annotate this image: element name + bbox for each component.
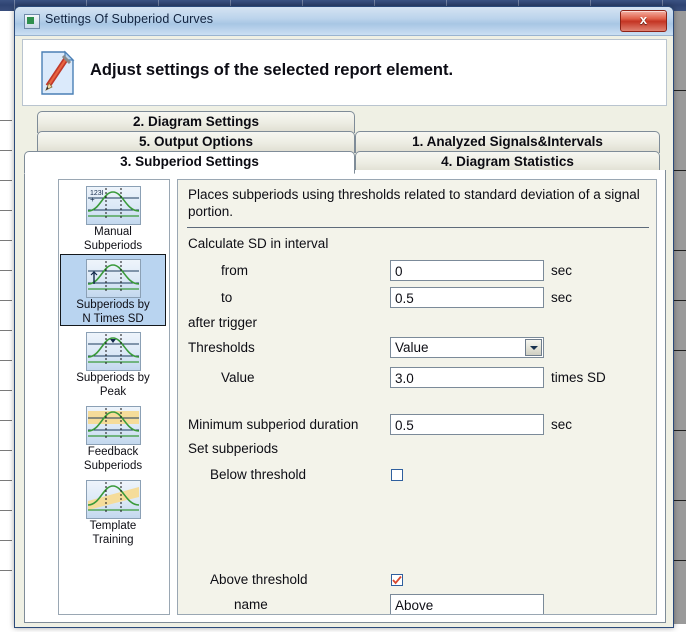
- sidebar-item-label: Subperiods by: [76, 299, 150, 311]
- document-pencil-icon: [39, 50, 77, 96]
- background-row-divider: [0, 390, 12, 391]
- tab-page-subperiod-settings: 123I + Manual Subperiods Subperiods by N…: [24, 170, 666, 623]
- to-input[interactable]: 0.5: [390, 287, 544, 308]
- header-banner: Adjust settings of the selected report e…: [22, 39, 667, 106]
- manual-subperiods-icon: 123I +: [85, 186, 141, 225]
- sidebar-item-feedback-subperiods[interactable]: Feedback Subperiods: [60, 402, 166, 472]
- value-label: Value: [221, 370, 255, 385]
- background-row-divider: [672, 500, 686, 501]
- below-threshold-label: Below threshold: [210, 467, 307, 482]
- min-duration-unit: sec: [551, 417, 573, 432]
- background-left-panel: [0, 11, 12, 632]
- tab-subperiod-settings[interactable]: 3. Subperiod Settings: [24, 151, 355, 174]
- below-threshold-checkbox[interactable]: [391, 469, 403, 481]
- name-input[interactable]: Above: [390, 594, 544, 614]
- background-row-divider: [0, 210, 12, 211]
- background-row-divider: [672, 300, 686, 301]
- background-row-divider: [0, 570, 12, 571]
- tab-label: 4. Diagram Statistics: [441, 154, 574, 169]
- background-row-divider: [0, 150, 12, 151]
- background-row-divider: [672, 350, 686, 351]
- sidebar-item-label: Template: [89, 520, 137, 532]
- sidebar-item-subperiods-by-n-times-sd[interactable]: Subperiods by N Times SD: [60, 254, 166, 326]
- thresholds-select-value: Value: [395, 340, 429, 355]
- background-row-divider: [0, 270, 12, 271]
- template-training-icon: [85, 480, 141, 519]
- to-label: to: [221, 290, 233, 305]
- background-row-divider: [0, 330, 12, 331]
- background-right-panel: [672, 11, 686, 632]
- set-subperiods-label: Set subperiods: [188, 441, 279, 456]
- sidebar-item-label-2: Subperiods: [83, 239, 143, 252]
- sidebar-item-template-training[interactable]: Template Training: [60, 476, 166, 546]
- min-duration-input[interactable]: 0.5: [390, 414, 544, 435]
- above-threshold-checkbox[interactable]: [391, 574, 403, 586]
- tab-label: 3. Subperiod Settings: [120, 154, 259, 169]
- tab-analyzed-signals-intervals[interactable]: 1. Analyzed Signals&Intervals: [355, 131, 660, 153]
- sidebar-item-label-2: N Times SD: [82, 312, 144, 325]
- close-button[interactable]: x: [620, 10, 667, 32]
- method-list: 123I + Manual Subperiods Subperiods by N…: [58, 179, 170, 615]
- background-row-divider: [672, 430, 686, 431]
- background-row-divider: [672, 90, 686, 91]
- background-row-divider: [0, 360, 12, 361]
- background-row-divider: [0, 300, 12, 301]
- sidebar-item-label-2: Peak: [99, 385, 127, 398]
- dialog-title: Settings Of Subperiod Curves: [45, 12, 214, 26]
- settings-dialog: Settings Of Subperiod Curves x Adjust se…: [14, 6, 674, 628]
- to-unit: sec: [551, 290, 573, 305]
- thresholds-label: Thresholds: [188, 340, 255, 355]
- background-row-divider: [0, 480, 12, 481]
- name-label: name: [234, 597, 268, 612]
- header-title: Adjust settings of the selected report e…: [90, 61, 454, 79]
- tab-label: 1. Analyzed Signals&Intervals: [412, 134, 603, 149]
- sidebar-item-label: Feedback: [87, 446, 139, 458]
- subperiods-by-peak-icon: [85, 332, 141, 371]
- sidebar-item-label: Manual: [94, 226, 132, 238]
- thresholds-select[interactable]: Value: [390, 337, 544, 358]
- background-row-divider: [0, 450, 12, 451]
- background-row-divider: [0, 420, 12, 421]
- sidebar-item-manual-subperiods[interactable]: 123I + Manual Subperiods: [60, 182, 166, 252]
- background-row-divider: [0, 510, 12, 511]
- from-input[interactable]: 0: [390, 260, 544, 281]
- dialog-titlebar[interactable]: Settings Of Subperiod Curves x: [15, 7, 673, 36]
- tab-output-options[interactable]: 5. Output Options: [37, 131, 355, 153]
- background-row-divider: [0, 540, 12, 541]
- feedback-subperiods-icon: [85, 406, 141, 445]
- tab-label: 5. Output Options: [139, 134, 253, 149]
- tab-diagram-settings[interactable]: 2. Diagram Settings: [37, 111, 355, 133]
- sidebar-item-label-2: Training: [92, 533, 134, 546]
- value-unit: times SD: [551, 370, 606, 385]
- subperiods-by-n-times-sd-icon: [85, 259, 141, 298]
- method-description: Places subperiods using thresholds relat…: [188, 187, 640, 219]
- from-unit: sec: [551, 263, 573, 278]
- background-row-divider: [672, 560, 686, 561]
- tab-strip: 2. Diagram Settings 5. Output Options 3.…: [15, 111, 673, 174]
- chevron-down-icon[interactable]: [525, 339, 542, 356]
- app-icon: [24, 14, 40, 29]
- background-row-divider: [672, 170, 686, 171]
- svg-text:+: +: [90, 195, 95, 204]
- calculate-sd-label: Calculate SD in interval: [188, 236, 329, 251]
- background-row-divider: [672, 250, 686, 251]
- settings-form: Places subperiods using thresholds relat…: [177, 179, 657, 615]
- background-row-divider: [0, 240, 12, 241]
- sidebar-item-label: Subperiods by: [76, 372, 150, 384]
- above-threshold-label: Above threshold: [210, 572, 308, 587]
- close-icon: x: [639, 12, 648, 27]
- sidebar-item-label-2: Subperiods: [83, 459, 143, 472]
- background-row-divider: [0, 180, 12, 181]
- from-label: from: [221, 263, 248, 278]
- divider: [187, 227, 649, 228]
- background-row-divider: [0, 120, 12, 121]
- min-duration-label: Minimum subperiod duration: [188, 417, 359, 432]
- tab-label: 2. Diagram Settings: [132, 114, 260, 129]
- value-input[interactable]: 3.0: [390, 367, 544, 388]
- sidebar-item-subperiods-by-peak[interactable]: Subperiods by Peak: [60, 328, 166, 398]
- after-trigger-label: after trigger: [188, 315, 258, 330]
